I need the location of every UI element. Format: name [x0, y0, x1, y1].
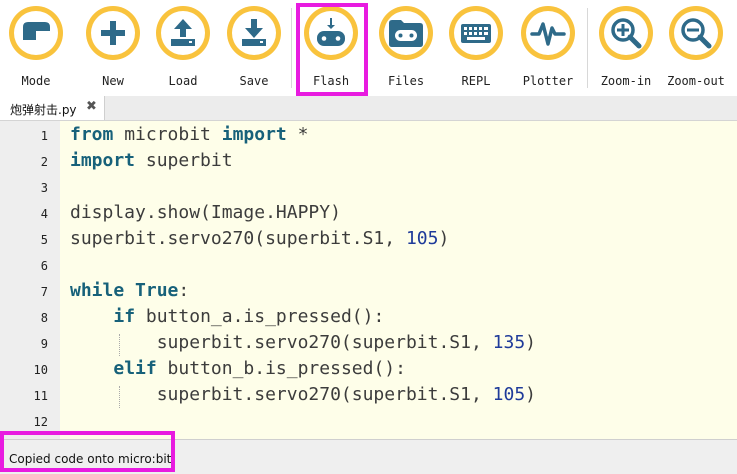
- code-keyword: if: [113, 306, 136, 327]
- indent-guide: [119, 386, 120, 408]
- code-line: superbit.servo270(superbit.S1, 105): [70, 384, 536, 405]
- line-number: 10: [33, 363, 48, 377]
- code-keyword: True: [135, 280, 179, 301]
- indent-guide: [119, 334, 120, 356]
- line-number: 9: [40, 337, 48, 351]
- code-keyword: import: [70, 150, 136, 171]
- line-number-gutter: 1 2 3 4 5 6 7 8 9 10 11 12: [0, 121, 60, 439]
- plotter-button[interactable]: Plotter: [516, 0, 588, 96]
- line-number: 7: [40, 285, 48, 299]
- toolbar-separator: [291, 8, 292, 88]
- zoom-in-icon: [611, 18, 642, 49]
- load-button[interactable]: Load: [151, 0, 223, 96]
- repl-button[interactable]: REPL: [444, 0, 516, 96]
- code-text: *: [286, 124, 309, 145]
- code-editor[interactable]: from microbit import * import superbit dis…: [60, 121, 737, 439]
- zoom-out-icon: [681, 18, 712, 49]
- code-line: import superbit: [70, 150, 233, 171]
- mode-icon: [23, 22, 50, 40]
- load-label: Load: [168, 74, 198, 88]
- code-number: 105: [405, 228, 439, 249]
- code-text: superbit.servo270(superbit.S1,: [70, 384, 493, 405]
- line-number: 12: [33, 415, 48, 429]
- line-number: 5: [40, 233, 48, 247]
- code-line: while True:: [70, 280, 189, 301]
- code-line: superbit.servo270(superbit.S1, 105): [70, 228, 449, 249]
- code-number: 105: [492, 384, 526, 405]
- plotter-icon: [530, 22, 566, 46]
- toolbar: Mode New Load Save Flash Files REPL Plot…: [0, 0, 737, 96]
- code-text: button_b.is_pressed():: [156, 358, 406, 379]
- line-number: 8: [40, 311, 48, 325]
- plus-icon: [101, 21, 125, 45]
- files-button[interactable]: Files: [374, 0, 446, 96]
- code-line: elif button_b.is_pressed():: [70, 358, 406, 379]
- new-button[interactable]: New: [81, 0, 153, 96]
- toolbar-separator: [587, 8, 588, 88]
- zoom-in-label: Zoom-in: [600, 74, 652, 88]
- line-number: 11: [33, 389, 48, 403]
- code-line: superbit.servo270(superbit.S1, 135): [70, 332, 536, 353]
- code-text: microbit: [113, 124, 222, 145]
- code-line: from microbit import *: [70, 124, 308, 145]
- download-icon: [242, 19, 266, 46]
- code-line: display.show(Image.HAPPY): [70, 202, 341, 223]
- code-text: display.show(Image.HAPPY): [70, 202, 341, 223]
- code-keyword: while: [70, 280, 125, 301]
- code-text: button_a.is_pressed():: [135, 306, 385, 327]
- code-text: :: [178, 280, 190, 301]
- code-text: superbit: [135, 150, 233, 171]
- close-icon[interactable]: ✖: [86, 99, 97, 114]
- plotter-label: Plotter: [522, 74, 574, 88]
- tab-label: 炮弹射击.py: [10, 103, 77, 117]
- save-button[interactable]: Save: [222, 0, 294, 96]
- line-number: 2: [40, 155, 48, 169]
- upload-icon: [171, 19, 195, 46]
- keyboard-icon: [461, 24, 491, 43]
- code-text: ): [438, 228, 450, 249]
- flash-highlight-box: [296, 3, 368, 96]
- code-line: if button_a.is_pressed():: [70, 306, 384, 327]
- code-text: superbit.servo270(superbit.S1,: [70, 228, 406, 249]
- repl-label: REPL: [461, 74, 491, 88]
- code-keyword: from: [70, 124, 114, 145]
- zoom-in-button[interactable]: Zoom-in: [594, 0, 666, 96]
- code-number: 135: [492, 332, 526, 353]
- zoom-out-button[interactable]: Zoom-out: [664, 0, 736, 96]
- line-number: 4: [40, 207, 48, 221]
- mode-label: Mode: [21, 74, 51, 88]
- zoom-out-label: Zoom-out: [667, 74, 725, 88]
- files-icon: [389, 20, 423, 47]
- code-keyword: elif: [113, 358, 157, 379]
- status-highlight-box: [0, 431, 175, 472]
- line-number: 3: [40, 181, 48, 195]
- tab-file[interactable]: 炮弹射击.py ✖: [0, 96, 105, 120]
- new-label: New: [102, 74, 124, 88]
- code-keyword: import: [221, 124, 287, 145]
- line-number: 1: [40, 129, 48, 143]
- code-text: ): [525, 384, 536, 405]
- code-text: superbit.servo270(superbit.S1,: [70, 332, 493, 353]
- save-label: Save: [239, 74, 269, 88]
- code-text: ): [525, 332, 536, 353]
- files-label: Files: [387, 74, 425, 88]
- mode-button[interactable]: Mode: [4, 0, 76, 96]
- line-number: 6: [40, 259, 48, 273]
- tab-bar: 炮弹射击.py ✖: [0, 96, 737, 121]
